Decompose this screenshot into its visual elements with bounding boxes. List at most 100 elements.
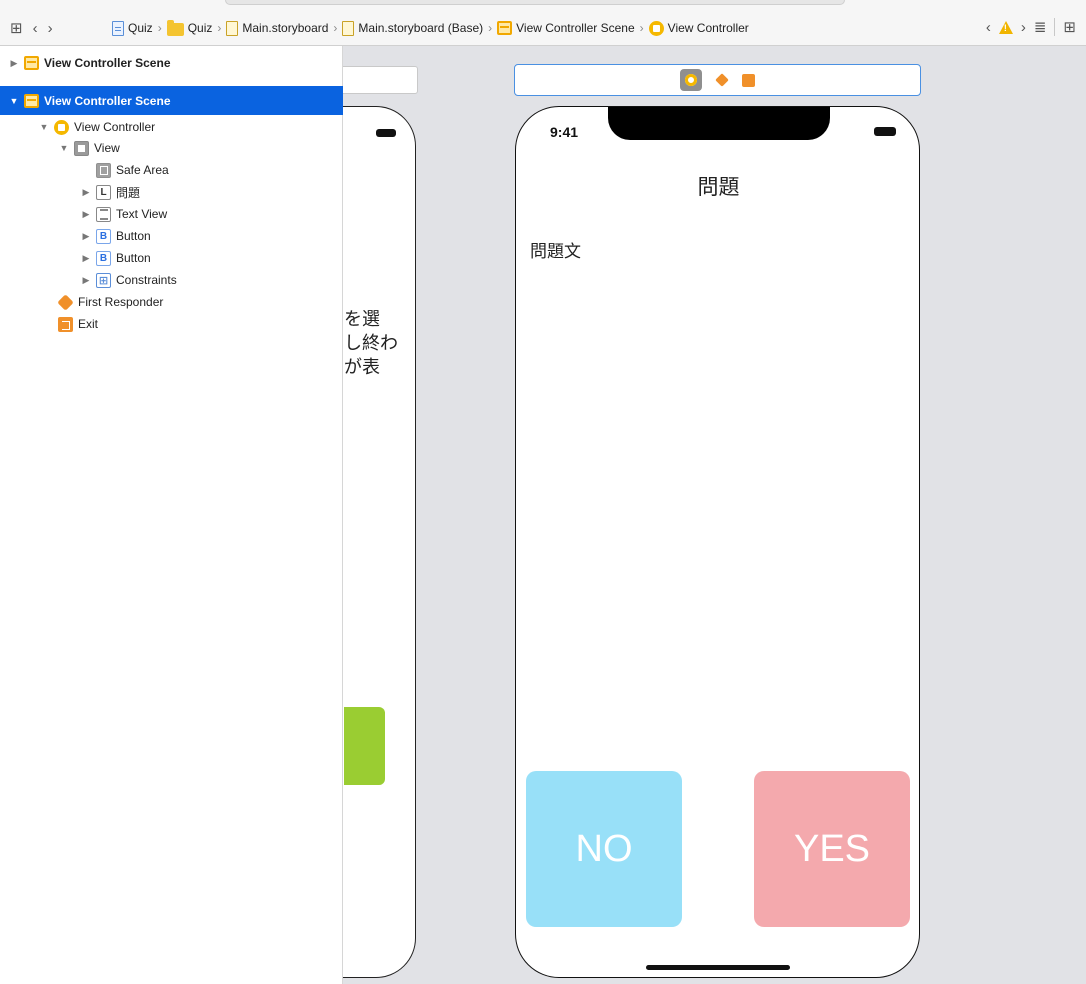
outline-row-first-responder[interactable]: First Responder bbox=[0, 291, 343, 313]
breadcrumb-project[interactable]: Quiz bbox=[112, 20, 153, 36]
exit-icon bbox=[58, 316, 73, 332]
outline-row-safe-area[interactable]: Safe Area bbox=[0, 159, 343, 181]
storyboard-file-icon bbox=[226, 20, 239, 36]
yes-button[interactable]: YES bbox=[754, 771, 910, 927]
document-outline: ▶ View Controller Scene ▼ View Controlle… bbox=[0, 46, 343, 984]
view-controller-icon bbox=[648, 20, 664, 36]
disclosure-right-icon[interactable]: ▶ bbox=[80, 275, 92, 286]
breadcrumb-separator-icon: › bbox=[217, 21, 222, 35]
home-indicator bbox=[646, 965, 790, 970]
storyboard-file-icon bbox=[342, 20, 355, 36]
breadcrumb-label: Quiz bbox=[187, 21, 213, 35]
outline-row-label-item[interactable]: ▶ L 問題 bbox=[0, 181, 343, 203]
outline-row-label: View Controller bbox=[74, 120, 156, 134]
previous-issue-icon[interactable]: ‹ bbox=[986, 20, 991, 35]
disclosure-down-icon[interactable]: ▼ bbox=[8, 96, 20, 106]
outline-row-label: View Controller Scene bbox=[44, 93, 171, 108]
forward-chevron-icon[interactable]: › bbox=[48, 21, 53, 36]
folder-icon bbox=[166, 19, 184, 36]
outline-row-label: Button bbox=[116, 229, 151, 243]
disclosure-right-icon[interactable]: ▶ bbox=[80, 209, 92, 220]
status-time: 9:41 bbox=[550, 124, 579, 140]
exit-icon[interactable] bbox=[742, 73, 755, 87]
next-issue-icon[interactable]: › bbox=[1021, 20, 1026, 35]
breadcrumb-separator-icon: › bbox=[639, 21, 644, 35]
button-icon: B bbox=[96, 250, 111, 266]
outline-row-scene-2[interactable]: ▼ View Controller Scene bbox=[0, 86, 343, 115]
no-button[interactable]: NO bbox=[526, 771, 682, 927]
disclosure-down-icon[interactable]: ▼ bbox=[58, 143, 70, 153]
breadcrumb-label: View Controller Scene bbox=[516, 21, 635, 35]
disclosure-right-icon[interactable]: ▶ bbox=[80, 253, 92, 264]
other-scene-button[interactable] bbox=[344, 707, 385, 785]
outline-row-label: First Responder bbox=[78, 295, 164, 309]
text-view-icon bbox=[96, 206, 111, 222]
button-icon: B bbox=[96, 228, 111, 244]
text-line: し終わ bbox=[344, 333, 398, 353]
text-line: が表 bbox=[344, 357, 380, 377]
disclosure-right-icon[interactable]: ▶ bbox=[80, 231, 92, 242]
outline-row-label: Constraints bbox=[116, 273, 177, 287]
breadcrumb-storyboard[interactable]: Main.storyboard bbox=[226, 20, 328, 36]
battery-icon bbox=[874, 127, 896, 136]
outline-row-label: View Controller Scene bbox=[44, 56, 171, 70]
outline-row-label: Safe Area bbox=[116, 163, 169, 177]
question-text-view[interactable]: 問題文 bbox=[530, 237, 581, 262]
storyboard-canvas[interactable]: を選 し終わ が表 9:41 問題 問題文 NO YES bbox=[343, 46, 1086, 984]
outline-row-button-2[interactable]: ▶ B Button bbox=[0, 247, 343, 269]
outline-row-label: 問題 bbox=[116, 185, 141, 200]
view-controller-icon bbox=[54, 119, 69, 135]
disclosure-down-icon[interactable]: ▼ bbox=[38, 122, 50, 132]
outline-row-label: Exit bbox=[78, 317, 99, 331]
editor-options-icon[interactable]: ≣ bbox=[1034, 20, 1047, 35]
battery-icon bbox=[376, 129, 396, 137]
scene-dock[interactable] bbox=[514, 64, 921, 96]
outline-row-view[interactable]: ▼ View bbox=[0, 137, 343, 159]
related-items-icon[interactable]: ⊞ bbox=[10, 21, 23, 36]
other-scene-dock[interactable] bbox=[343, 66, 418, 94]
question-title-label[interactable]: 問題 bbox=[516, 171, 919, 201]
breadcrumb-scene[interactable]: View Controller Scene bbox=[497, 21, 635, 35]
outline-row-constraints[interactable]: ▶ ⊞ Constraints bbox=[0, 269, 343, 291]
text-line: を選 bbox=[344, 309, 380, 329]
breadcrumb-storyboard-base[interactable]: Main.storyboard (Base) bbox=[342, 20, 484, 36]
label-icon: L bbox=[96, 184, 111, 200]
outline-row-view-controller[interactable]: ▼ View Controller bbox=[0, 116, 343, 138]
outline-row-label: Text View bbox=[116, 207, 168, 221]
scene-icon bbox=[497, 21, 513, 35]
breadcrumb-separator-icon: › bbox=[157, 21, 162, 35]
outline-row-text-view[interactable]: ▶ Text View bbox=[0, 203, 343, 225]
view-controller-icon[interactable] bbox=[680, 69, 702, 91]
divider bbox=[1054, 18, 1056, 36]
scene-icon bbox=[24, 56, 39, 70]
breadcrumb-separator-icon: › bbox=[488, 21, 493, 35]
warning-icon[interactable] bbox=[998, 20, 1013, 34]
notch bbox=[608, 107, 830, 140]
first-responder-icon[interactable] bbox=[715, 73, 729, 87]
breadcrumb-label: Main.storyboard (Base) bbox=[358, 21, 484, 35]
other-scene-text: を選 し終わ が表 bbox=[344, 307, 398, 379]
constraints-icon: ⊞ bbox=[96, 272, 111, 288]
outline-row-scene-1[interactable]: ▶ View Controller Scene bbox=[0, 52, 343, 74]
first-responder-icon bbox=[57, 293, 74, 311]
safe-area-icon bbox=[96, 162, 111, 178]
disclosure-right-icon[interactable]: ▶ bbox=[80, 187, 92, 198]
jump-bar: ⊞ ‹ › Quiz › Quiz › Main.storyboard › Ma… bbox=[0, 0, 1086, 46]
view-icon bbox=[74, 140, 89, 156]
outline-row-button-1[interactable]: ▶ B Button bbox=[0, 225, 343, 247]
breadcrumb-label: Quiz bbox=[128, 21, 153, 35]
back-chevron-icon[interactable]: ‹ bbox=[33, 21, 38, 36]
project-file-icon bbox=[112, 20, 124, 36]
phone-frame[interactable]: 9:41 問題 問題文 NO YES bbox=[515, 106, 920, 978]
breadcrumb-label: View Controller bbox=[667, 21, 749, 35]
breadcrumb-folder[interactable]: Quiz bbox=[166, 19, 213, 36]
outline-row-label: Button bbox=[116, 251, 151, 265]
breadcrumb: Quiz › Quiz › Main.storyboard › Main.sto… bbox=[112, 18, 749, 38]
breadcrumb-separator-icon: › bbox=[333, 21, 338, 35]
outline-row-exit[interactable]: Exit bbox=[0, 313, 343, 335]
disclosure-right-icon[interactable]: ▶ bbox=[8, 58, 20, 69]
breadcrumb-view-controller[interactable]: View Controller bbox=[648, 20, 749, 36]
add-editor-icon[interactable]: ⊞ bbox=[1063, 20, 1076, 35]
other-scene-phone[interactable]: を選 し終わ が表 bbox=[343, 106, 416, 978]
outline-row-label: View bbox=[94, 141, 120, 155]
